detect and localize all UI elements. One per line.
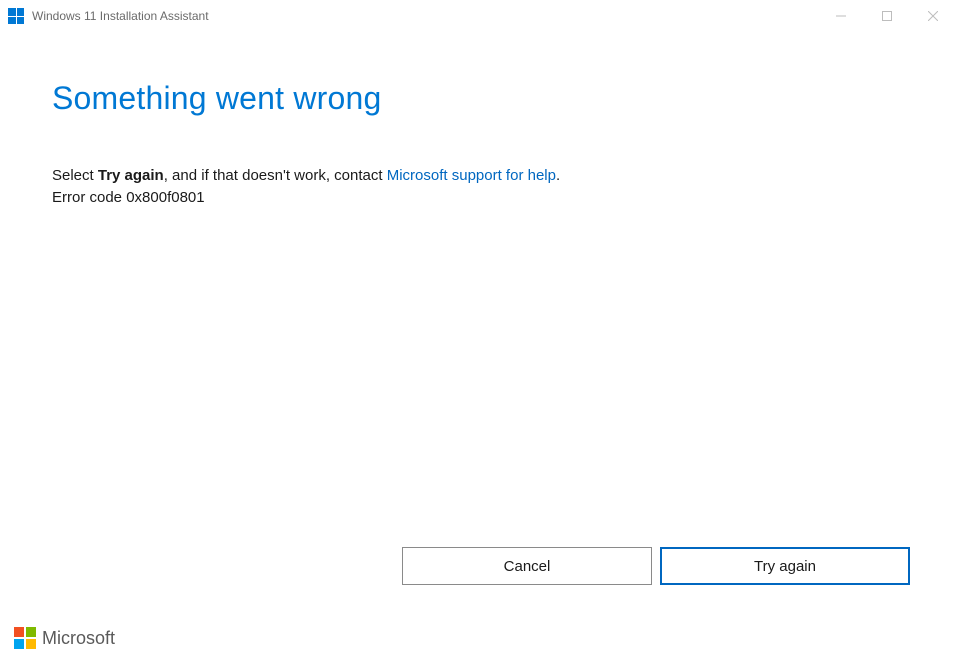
maximize-button[interactable] xyxy=(864,0,910,32)
cancel-button[interactable]: Cancel xyxy=(402,547,652,585)
microsoft-footer-logo: Microsoft xyxy=(14,627,115,649)
windows-icon xyxy=(8,8,24,24)
page-heading: Something went wrong xyxy=(52,80,904,117)
content-area: Something went wrong Select Try again, a… xyxy=(0,32,956,206)
support-link[interactable]: Microsoft support for help xyxy=(387,167,556,184)
try-again-button[interactable]: Try again xyxy=(660,547,910,585)
instruction-bold: Try again xyxy=(98,167,164,184)
microsoft-icon xyxy=(14,627,36,649)
instruction-middle: , and if that doesn't work, contact xyxy=(164,167,387,184)
minimize-button[interactable] xyxy=(818,0,864,32)
microsoft-label: Microsoft xyxy=(42,628,115,649)
close-button[interactable] xyxy=(910,0,956,32)
window-controls xyxy=(818,0,956,32)
error-code: Error code 0x800f0801 xyxy=(52,189,904,206)
window-title: Windows 11 Installation Assistant xyxy=(32,9,818,23)
instruction-suffix: . xyxy=(556,167,560,184)
instruction-prefix: Select xyxy=(52,167,98,184)
instruction-text: Select Try again, and if that doesn't wo… xyxy=(52,165,904,187)
button-row: Cancel Try again xyxy=(402,547,910,585)
titlebar: Windows 11 Installation Assistant xyxy=(0,0,956,32)
